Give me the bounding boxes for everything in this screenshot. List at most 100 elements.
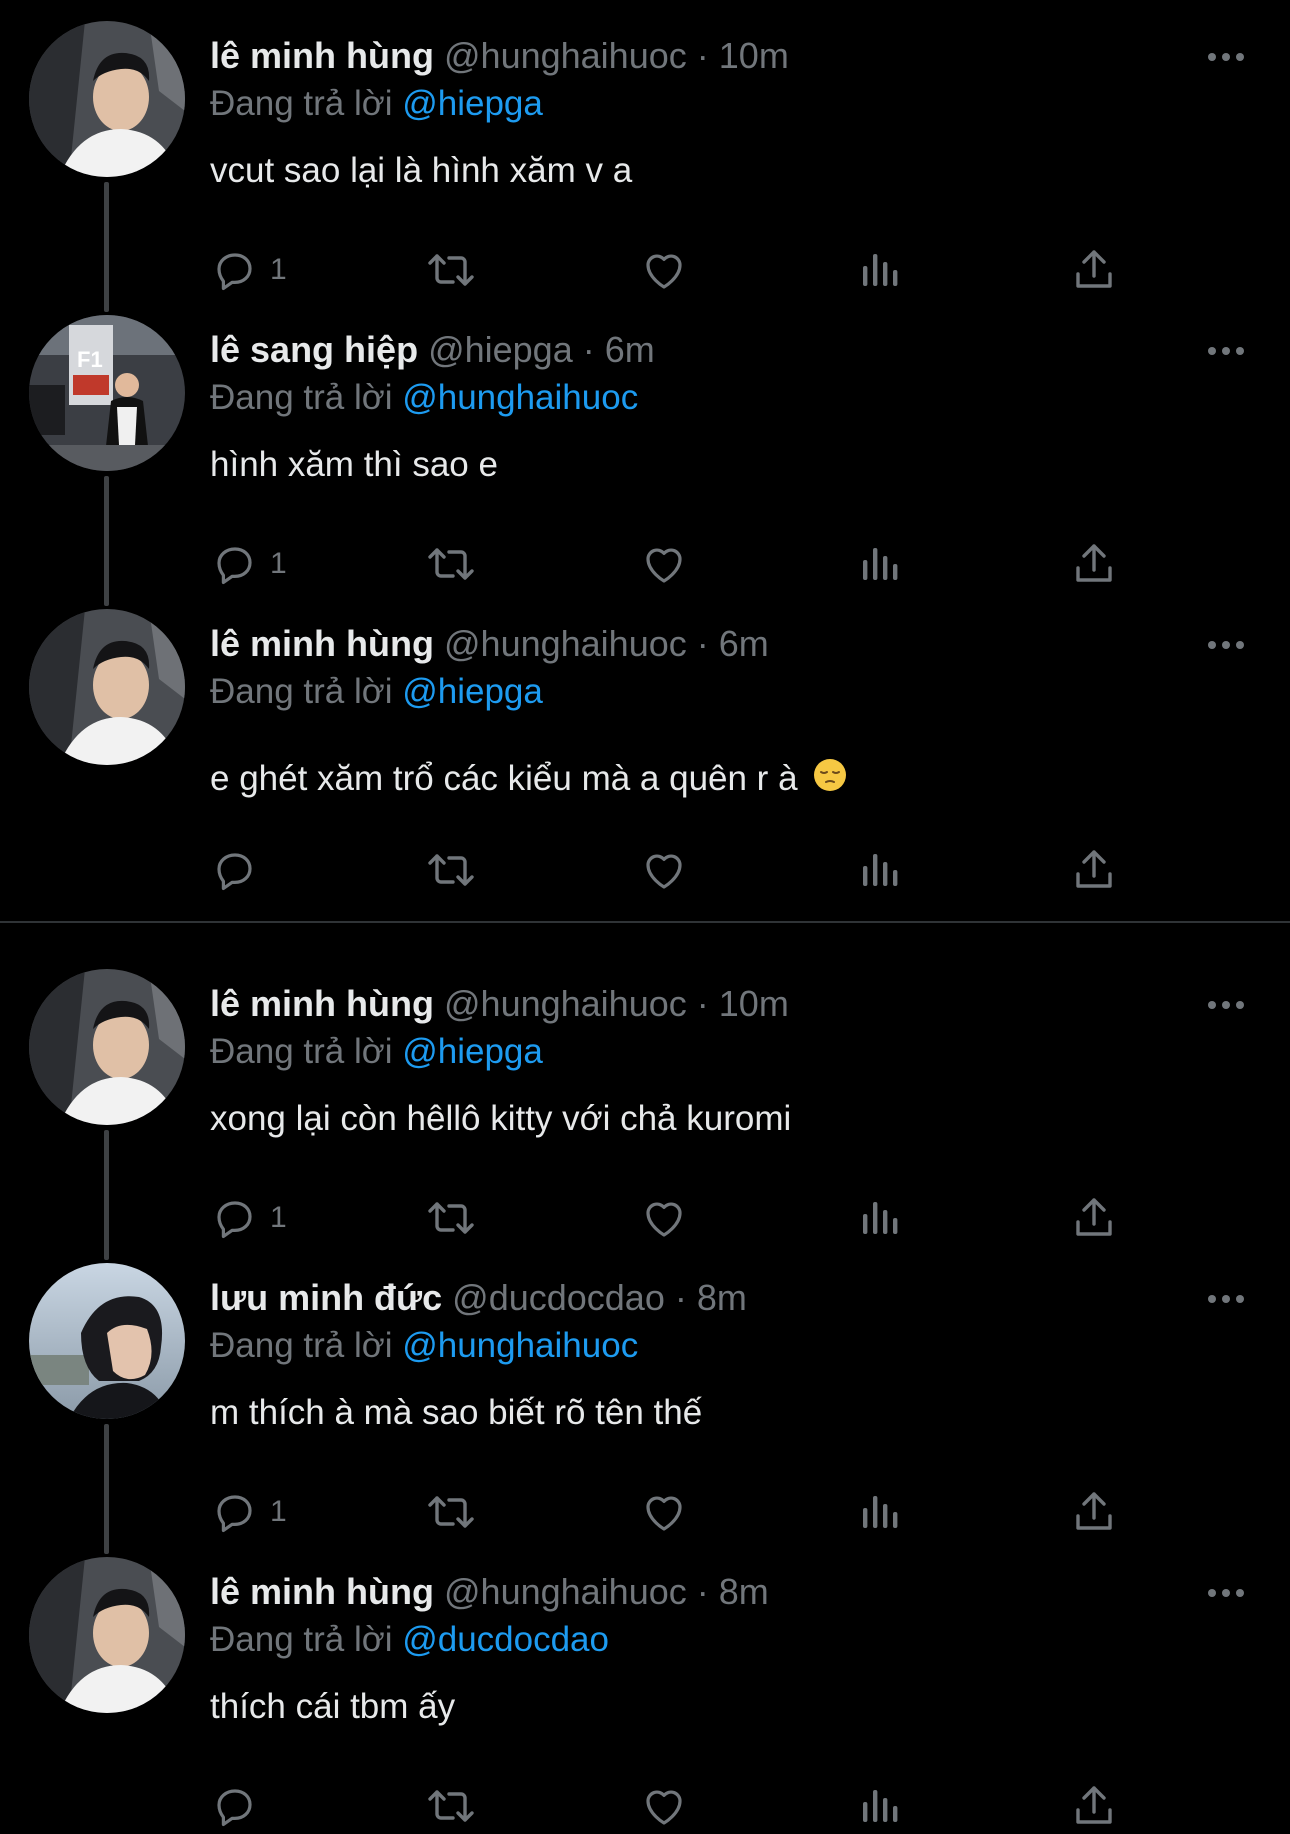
more-options-icon[interactable] — [1206, 638, 1246, 650]
thread-connector-line — [104, 1130, 109, 1260]
replying-to-label: Đang trả lời — [210, 84, 393, 123]
display-name[interactable]: lê minh hùng — [210, 35, 434, 76]
retweet-button[interactable] — [425, 1190, 477, 1246]
reply-tweet[interactable]: lê minh hùng @hunghaihuoc · 10m Đang trả … — [0, 948, 1290, 1260]
reply-button[interactable] — [210, 1778, 258, 1834]
display-name[interactable]: lê minh hùng — [210, 983, 434, 1024]
reply-icon — [210, 540, 258, 588]
share-button[interactable] — [1070, 1778, 1118, 1834]
timestamp[interactable]: 6m — [719, 623, 769, 664]
reply-tweet[interactable]: F1 lê sang hiệp @hiepga · 6m Đang trả lời… — [0, 294, 1290, 606]
reply-button[interactable]: 1 — [210, 1190, 287, 1246]
avatar[interactable] — [29, 609, 185, 765]
replying-to: Đang trả lời @hiepga — [210, 1030, 543, 1074]
thread-connector-line — [104, 1424, 109, 1554]
reply-button[interactable]: 1 — [210, 1484, 287, 1540]
avatar[interactable]: F1 — [29, 315, 185, 471]
retweet-button[interactable] — [425, 1778, 477, 1834]
avatar[interactable] — [29, 969, 185, 1125]
views-button[interactable] — [855, 1484, 903, 1540]
like-icon — [640, 846, 688, 894]
avatar[interactable] — [29, 1263, 185, 1419]
like-button[interactable] — [640, 842, 688, 898]
share-button[interactable] — [1070, 242, 1118, 298]
timestamp[interactable]: 8m — [719, 1571, 769, 1612]
reply-tweet[interactable]: lê minh hùng @hunghaihuoc · 10m Đang trả … — [0, 0, 1290, 312]
avatar-sign-text: F1 — [77, 347, 103, 372]
more-options-icon[interactable] — [1206, 344, 1246, 356]
tweet-text: hình xăm thì sao e — [210, 442, 498, 488]
views-button[interactable] — [855, 842, 903, 898]
share-button[interactable] — [1070, 536, 1118, 592]
replying-to: Đang trả lời @hunghaihuoc — [210, 1324, 638, 1368]
mention-link[interactable]: @hiepga — [402, 1032, 543, 1071]
user-handle[interactable]: @hunghaihuoc — [444, 983, 687, 1024]
user-handle[interactable]: @ducdocdao — [452, 1277, 665, 1318]
share-icon — [1070, 1782, 1118, 1830]
like-button[interactable] — [640, 1484, 688, 1540]
timestamp[interactable]: 8m — [697, 1277, 747, 1318]
user-handle[interactable]: @hunghaihuoc — [444, 35, 687, 76]
views-icon — [855, 1488, 903, 1536]
thread-connector-line — [104, 182, 109, 312]
reply-tweet[interactable]: lê minh hùng @hunghaihuoc · 8m Đang trả l… — [0, 1536, 1290, 1830]
reply-button[interactable] — [210, 842, 258, 898]
retweet-button[interactable] — [425, 1484, 477, 1540]
retweet-icon — [425, 1488, 477, 1536]
like-button[interactable] — [640, 1778, 688, 1834]
separator-dot: · — [696, 623, 709, 664]
display-name[interactable]: lê minh hùng — [210, 1571, 434, 1612]
share-icon — [1070, 540, 1118, 588]
share-button[interactable] — [1070, 1484, 1118, 1540]
views-button[interactable] — [855, 1190, 903, 1246]
tweet-text: xong lại còn hêllô kitty với chả kuromi — [210, 1096, 791, 1142]
like-button[interactable] — [640, 1190, 688, 1246]
share-icon — [1070, 1194, 1118, 1242]
separator-dot: · — [696, 1571, 709, 1612]
user-handle[interactable]: @hunghaihuoc — [444, 623, 687, 664]
reply-tweet[interactable]: lưu minh đức @ducdocdao · 8m Đang trả lời… — [0, 1242, 1290, 1554]
display-name[interactable]: lưu minh đức — [210, 1277, 442, 1318]
reply-count: 1 — [270, 1201, 287, 1234]
more-options-icon[interactable] — [1206, 50, 1246, 62]
user-handle[interactable]: @hunghaihuoc — [444, 1571, 687, 1612]
views-button[interactable] — [855, 1778, 903, 1834]
reply-button[interactable]: 1 — [210, 536, 287, 592]
tweet-header: lưu minh đức @ducdocdao · 8m — [210, 1276, 747, 1320]
tweet-text: m thích à mà sao biết rõ tên thế — [210, 1390, 702, 1436]
avatar[interactable] — [29, 21, 185, 177]
mention-link[interactable]: @hiepga — [402, 672, 543, 711]
share-button[interactable] — [1070, 1190, 1118, 1246]
retweet-button[interactable] — [425, 242, 477, 298]
timestamp[interactable]: 6m — [605, 329, 655, 370]
mention-link[interactable]: @hiepga — [402, 84, 543, 123]
like-button[interactable] — [640, 242, 688, 298]
more-options-icon[interactable] — [1206, 1292, 1246, 1304]
timestamp[interactable]: 10m — [719, 983, 789, 1024]
share-button[interactable] — [1070, 842, 1118, 898]
views-button[interactable] — [855, 536, 903, 592]
views-button[interactable] — [855, 242, 903, 298]
mention-link[interactable]: @hunghaihuoc — [402, 1326, 638, 1365]
avatar[interactable] — [29, 1557, 185, 1713]
separator-dot: · — [674, 1277, 687, 1318]
mention-link[interactable]: @ducdocdao — [402, 1620, 609, 1659]
display-name[interactable]: lê minh hùng — [210, 623, 434, 664]
replying-to-label: Đang trả lời — [210, 1326, 393, 1365]
retweet-button[interactable] — [425, 536, 477, 592]
reply-icon — [210, 1194, 258, 1242]
timestamp[interactable]: 10m — [719, 35, 789, 76]
user-handle[interactable]: @hiepga — [428, 329, 573, 370]
retweet-icon — [425, 246, 477, 294]
display-name[interactable]: lê sang hiệp — [210, 329, 418, 370]
separator-dot: · — [582, 329, 595, 370]
retweet-button[interactable] — [425, 842, 477, 898]
reply-tweet[interactable]: lê minh hùng @hunghaihuoc · 6m Đang trả l… — [0, 588, 1290, 890]
mention-link[interactable]: @hunghaihuoc — [402, 378, 638, 417]
reply-button[interactable]: 1 — [210, 242, 287, 298]
like-button[interactable] — [640, 536, 688, 592]
action-bar: 1 — [210, 536, 1160, 592]
replying-to: Đang trả lời @ducdocdao — [210, 1618, 609, 1662]
more-options-icon[interactable] — [1206, 998, 1246, 1010]
more-options-icon[interactable] — [1206, 1586, 1246, 1598]
